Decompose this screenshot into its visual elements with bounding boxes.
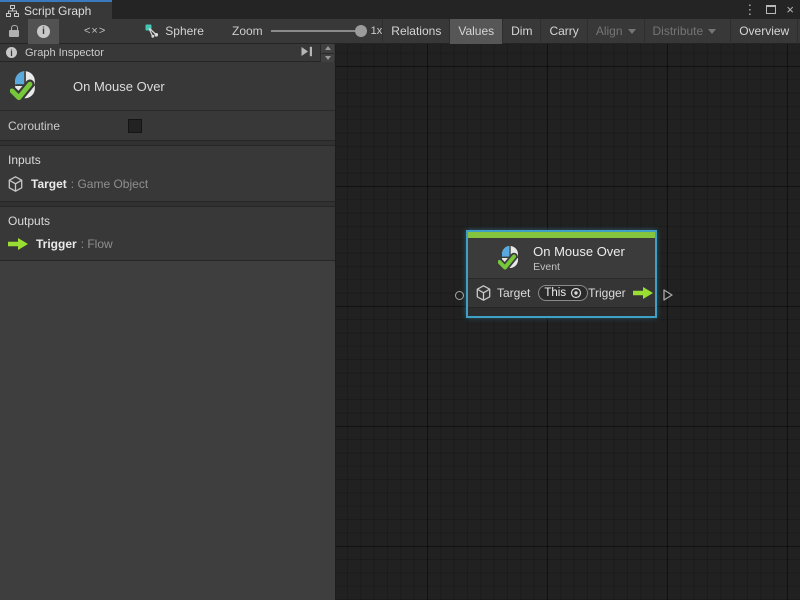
dock-button[interactable] xyxy=(301,46,313,60)
content-area: i Graph Inspector xyxy=(0,44,800,600)
cube-icon xyxy=(476,285,491,301)
relations-button[interactable]: Relations xyxy=(382,19,449,44)
outputs-section: Outputs Trigger : Flow xyxy=(0,207,335,261)
graph-hierarchy-icon xyxy=(6,5,19,17)
node-output-label: Trigger xyxy=(588,286,626,300)
scroll-up-button[interactable] xyxy=(321,44,334,53)
zoom-value: 1x xyxy=(371,25,383,37)
cube-icon xyxy=(8,176,23,192)
dim-button[interactable]: Dim xyxy=(502,19,540,44)
titlebar: Script Graph ⋮ × xyxy=(0,0,800,19)
graph-asset-icon xyxy=(145,24,159,38)
code-icon: <×> xyxy=(84,25,106,37)
zoom-slider-track xyxy=(271,30,365,32)
graph-canvas[interactable]: On Mouse Over Event Target This xyxy=(336,44,800,600)
output-port-row: Trigger : Flow xyxy=(0,237,335,251)
info-icon: i xyxy=(6,47,17,58)
node-header: On Mouse Over Event xyxy=(468,238,655,278)
script-graph-window: Script Graph ⋮ × i <×> Sphere xyxy=(0,0,800,600)
lock-button[interactable] xyxy=(0,19,28,44)
node-port-row: Target This Trigger xyxy=(468,278,655,307)
node-footer xyxy=(468,307,655,316)
mouse-check-icon xyxy=(10,70,40,102)
maximize-icon[interactable] xyxy=(766,5,776,14)
input-port-name: Target xyxy=(31,177,67,191)
overview-button[interactable]: Overview xyxy=(730,19,797,44)
inputs-section: Inputs Target : Game Object xyxy=(0,146,335,202)
unit-title: On Mouse Over xyxy=(73,79,165,94)
node-subtitle: Event xyxy=(533,261,625,273)
tab-label: Script Graph xyxy=(24,4,91,18)
chevron-down-icon xyxy=(628,29,636,34)
panel-scroll-spinner xyxy=(320,44,334,62)
output-triangle-port[interactable] xyxy=(663,289,673,301)
close-icon[interactable]: × xyxy=(786,0,794,19)
graph-name-label: Sphere xyxy=(165,24,204,38)
lock-icon xyxy=(9,25,19,37)
selected-unit-header: On Mouse Over xyxy=(0,62,335,111)
pin-icon xyxy=(301,46,313,57)
chevron-down-icon xyxy=(708,29,716,34)
zoom-control: Zoom 1x xyxy=(232,24,382,38)
carry-button[interactable]: Carry xyxy=(540,19,586,44)
code-preview-button[interactable]: <×> xyxy=(75,19,115,44)
node-input-group: Target This xyxy=(476,285,588,301)
node-output-group: Trigger xyxy=(588,286,653,300)
inspector-header: i Graph Inspector xyxy=(0,44,335,62)
graph-reference[interactable]: Sphere xyxy=(145,24,204,38)
tab-script-graph[interactable]: Script Graph xyxy=(0,0,112,19)
output-port-type: : Flow xyxy=(81,237,113,251)
node-input-label: Target xyxy=(497,286,530,300)
toolbar: i <×> Sphere Zoom 1x Relations Values xyxy=(0,19,800,44)
inputs-title: Inputs xyxy=(8,153,335,167)
toolbar-button-group: Relations Values Dim Carry Align Distrib… xyxy=(382,19,800,44)
align-dropdown[interactable]: Align xyxy=(587,19,644,44)
window-controls: ⋮ × xyxy=(743,0,794,19)
inspector-title: Graph Inspector xyxy=(25,47,104,59)
menu-icon[interactable]: ⋮ xyxy=(743,0,756,19)
mouse-check-icon xyxy=(498,245,522,271)
inspector-toggle-button[interactable]: i xyxy=(28,19,59,44)
node-title: On Mouse Over xyxy=(533,244,625,259)
outputs-title: Outputs xyxy=(8,214,335,228)
on-mouse-over-node[interactable]: On Mouse Over Event Target This xyxy=(466,230,657,318)
output-port-name: Trigger xyxy=(36,237,77,251)
target-picker-icon[interactable] xyxy=(570,287,582,299)
inspector-empty-area xyxy=(0,261,335,600)
values-button[interactable]: Values xyxy=(449,19,502,44)
target-value-field[interactable]: This xyxy=(538,285,588,301)
input-port-type: : Game Object xyxy=(71,177,148,191)
input-port-row: Target : Game Object xyxy=(0,176,335,192)
coroutine-row: Coroutine xyxy=(0,111,335,141)
flow-arrow-icon[interactable] xyxy=(633,287,653,299)
zoom-slider-knob[interactable] xyxy=(355,25,367,37)
input-circle-port[interactable] xyxy=(455,291,464,300)
scroll-down-icon xyxy=(325,56,331,60)
graph-inspector-panel: i Graph Inspector xyxy=(0,44,336,600)
zoom-label: Zoom xyxy=(232,24,263,38)
scroll-up-icon xyxy=(325,46,331,50)
flow-arrow-icon xyxy=(8,238,28,250)
zoom-slider[interactable] xyxy=(271,25,365,37)
distribute-dropdown[interactable]: Distribute xyxy=(644,19,725,44)
coroutine-label: Coroutine xyxy=(8,119,60,133)
scroll-down-button[interactable] xyxy=(321,53,334,63)
target-value: This xyxy=(544,287,566,299)
coroutine-checkbox[interactable] xyxy=(128,119,142,133)
info-icon: i xyxy=(37,25,50,38)
